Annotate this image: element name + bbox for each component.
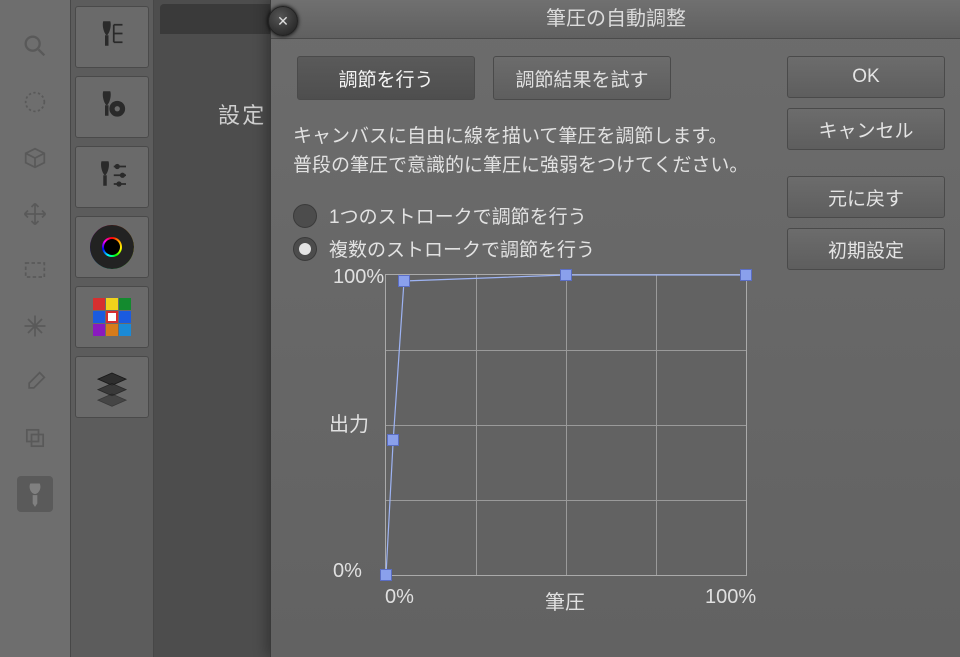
instructions-line-1: キャンバスに自由に線を描いて筆圧を調節します。 <box>293 122 748 151</box>
clone-tool-icon[interactable] <box>17 420 53 456</box>
dialog-tabs: 調節を行う 調節結果を試す <box>297 56 671 100</box>
curve-handle[interactable] <box>398 275 410 287</box>
pressure-curve-line <box>386 275 746 575</box>
eyedropper-tool-icon[interactable] <box>17 364 53 400</box>
x-tick-max: 100% <box>705 586 756 609</box>
radio-single-label: 1つのストロークで調節を行う <box>329 202 587 229</box>
background-panel-label: 設定 <box>218 98 266 130</box>
curve-handle[interactable] <box>740 269 752 281</box>
dialog-side-buttons: OK キャンセル 元に戻す 初期設定 <box>787 56 945 270</box>
y-tick-min: 0% <box>333 560 362 583</box>
pen-tree-icon[interactable] <box>75 6 149 68</box>
curve-handle[interactable] <box>387 434 399 446</box>
sub-toolbar <box>70 0 154 657</box>
chart-plot-area[interactable] <box>385 274 747 576</box>
stroke-mode-radios: 1つのストロークで調節を行う 複数のストロークで調節を行う <box>293 196 595 268</box>
radio-single-stroke[interactable]: 1つのストロークで調節を行う <box>293 202 595 229</box>
cancel-button[interactable]: キャンセル <box>787 108 945 150</box>
pressure-dialog: 筆圧の自動調整 調節を行う 調節結果を試す キャンバスに自由に線を描いて筆圧を調… <box>270 0 960 657</box>
radio-dot-icon <box>293 204 317 228</box>
pen-settings-icon[interactable] <box>75 76 149 138</box>
main-toolbar <box>0 0 70 657</box>
color-wheel-icon[interactable] <box>75 216 149 278</box>
dialog-title: 筆圧の自動調整 <box>271 0 960 39</box>
marquee-tool-icon[interactable] <box>17 252 53 288</box>
radio-multi-label: 複数のストロークで調節を行う <box>329 235 595 262</box>
sparkle-tool-icon[interactable] <box>17 308 53 344</box>
ok-button[interactable]: OK <box>787 56 945 98</box>
close-icon[interactable] <box>268 6 298 36</box>
x-tick-min: 0% <box>385 586 414 609</box>
curve-handle[interactable] <box>380 569 392 581</box>
revert-button[interactable]: 元に戻す <box>787 176 945 218</box>
radio-dot-icon <box>293 237 317 261</box>
color-palette-icon[interactable] <box>75 286 149 348</box>
pen-sliders-icon[interactable] <box>75 146 149 208</box>
move-tool-icon[interactable] <box>17 196 53 232</box>
y-axis-label: 出力 <box>329 408 369 437</box>
tab-adjust[interactable]: 調節を行う <box>297 56 475 100</box>
cube-tool-icon[interactable] <box>17 140 53 176</box>
dialog-instructions: キャンバスに自由に線を描いて筆圧を調節します。 普段の筆圧で意識的に筆圧に強弱を… <box>293 122 748 181</box>
zoom-tool-icon[interactable] <box>17 28 53 64</box>
instructions-line-2: 普段の筆圧で意識的に筆圧に強弱をつけてください。 <box>293 151 748 180</box>
ellipse-tool-icon[interactable] <box>17 84 53 120</box>
curve-handle[interactable] <box>560 269 572 281</box>
defaults-button[interactable]: 初期設定 <box>787 228 945 270</box>
layers-icon[interactable] <box>75 356 149 418</box>
y-tick-max: 100% <box>333 266 384 289</box>
brush-tool-icon[interactable] <box>17 476 53 512</box>
x-axis-label: 筆圧 <box>545 586 585 615</box>
tab-try[interactable]: 調節結果を試す <box>493 56 671 100</box>
radio-multi-stroke[interactable]: 複数のストロークで調節を行う <box>293 235 595 262</box>
pressure-curve-chart: 100% 出力 0% 0% 筆圧 100% <box>297 264 751 624</box>
